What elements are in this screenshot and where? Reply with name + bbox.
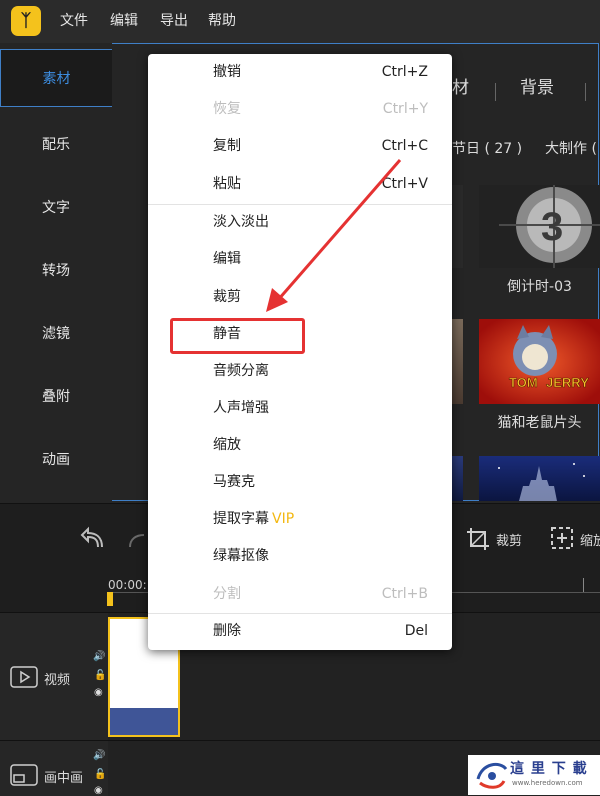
watermark-title: 這 里 下 載 <box>510 761 588 777</box>
watermark-logo-icon <box>476 762 508 789</box>
watermark-url: www.heredown.com <box>512 779 583 787</box>
watermark: 這 里 下 載 www.heredown.com <box>468 755 600 795</box>
annotation-arrow-icon <box>266 159 402 312</box>
